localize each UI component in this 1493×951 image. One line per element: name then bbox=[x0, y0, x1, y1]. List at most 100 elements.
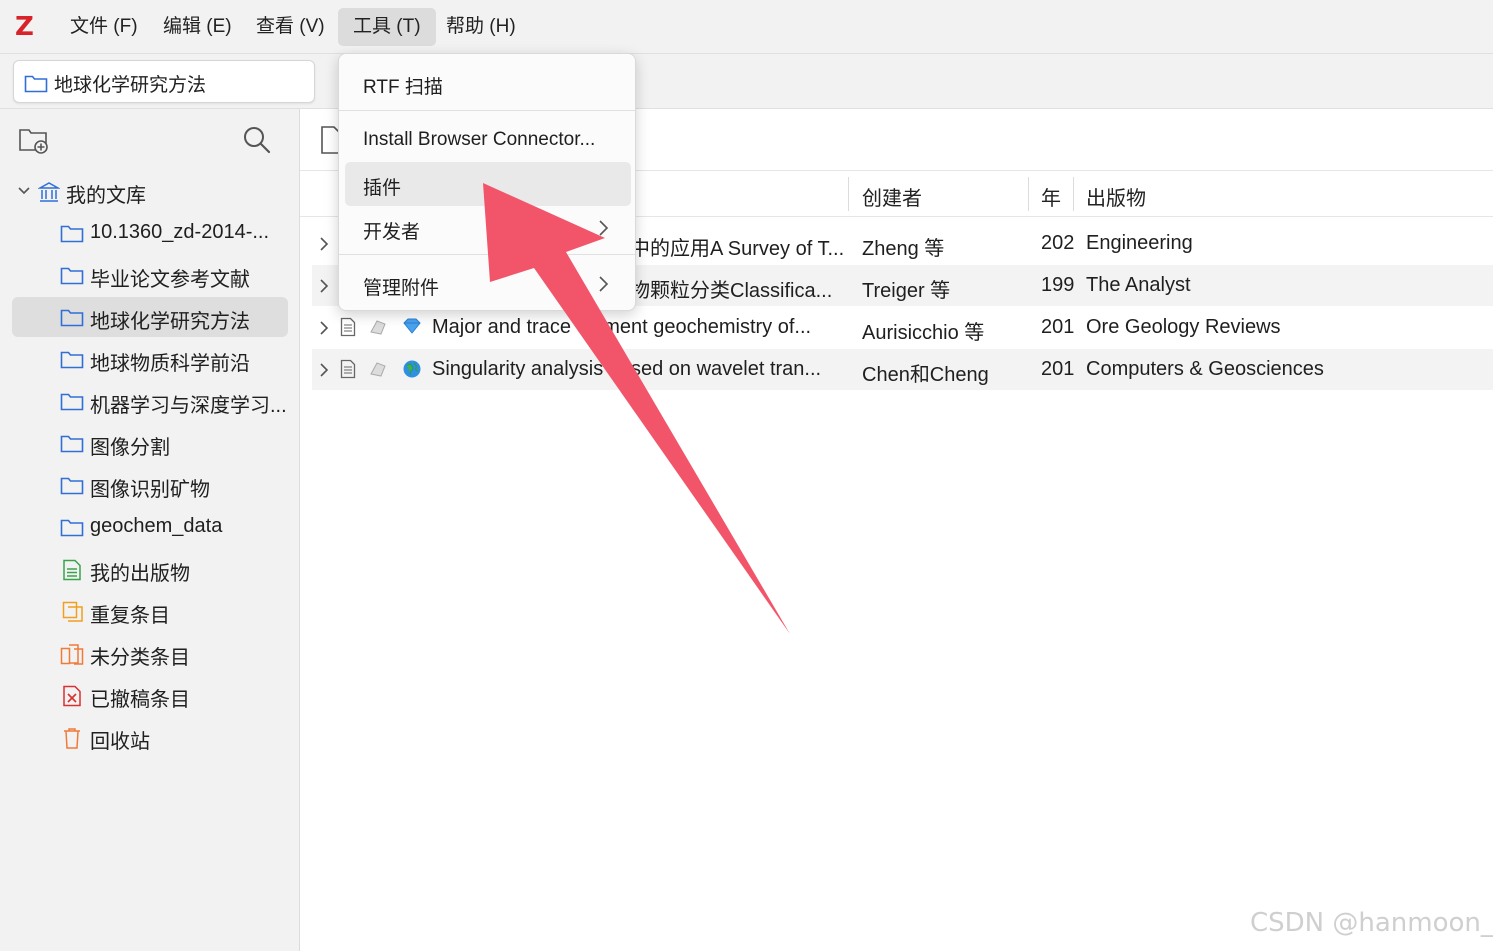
tree-item-collection[interactable]: 10.1360_zd-2014-... bbox=[12, 213, 288, 253]
item-publication: The Analyst bbox=[1086, 274, 1191, 296]
column-divider[interactable] bbox=[1073, 177, 1074, 211]
table-row[interactable]: Singularity analysis based on wavelet tr… bbox=[312, 349, 1493, 390]
tree-item-trash[interactable]: 回收站 bbox=[12, 717, 288, 757]
table-row[interactable]: Major and trace element geochemistry of.… bbox=[312, 307, 1493, 348]
column-year[interactable]: 年 bbox=[1041, 182, 1061, 211]
retracted-icon bbox=[62, 685, 82, 712]
menuitem-plugins[interactable]: 插件 bbox=[345, 162, 631, 206]
folder-icon bbox=[60, 223, 84, 248]
duplicate-icon bbox=[62, 601, 84, 628]
folder-icon bbox=[60, 433, 84, 458]
gem-icon bbox=[402, 317, 422, 340]
library-tab[interactable]: 地球化学研究方法 bbox=[13, 60, 315, 103]
folder-icon bbox=[60, 475, 84, 500]
tree-item-label: 重复条目 bbox=[90, 605, 170, 627]
menuitem-label: Install Browser Connector... bbox=[363, 129, 596, 150]
item-creator: Zheng 等 bbox=[862, 238, 945, 260]
tree-item-label: 我的出版物 bbox=[90, 563, 190, 585]
menu-edit[interactable]: 编辑 (E) bbox=[148, 8, 247, 46]
tree-item-label: 回收站 bbox=[90, 731, 150, 753]
chevron-right-icon[interactable] bbox=[318, 320, 330, 341]
menu-view[interactable]: 查看 (V) bbox=[241, 8, 340, 46]
tree-item-collection-selected[interactable]: 地球化学研究方法 bbox=[12, 297, 288, 337]
search-icon[interactable] bbox=[242, 125, 272, 160]
folder-icon bbox=[60, 307, 84, 332]
column-divider[interactable] bbox=[1028, 177, 1029, 211]
item-year: 202 bbox=[1041, 232, 1075, 254]
tree-item-my-publications[interactable]: 我的出版物 bbox=[12, 549, 288, 589]
tree-item-label: 图像分割 bbox=[90, 437, 170, 459]
item-title: Singularity analysis based on wavelet tr… bbox=[432, 358, 822, 380]
column-publication[interactable]: 出版物 bbox=[1086, 182, 1146, 211]
watermark: CSDN @hanmoon_ bbox=[1250, 908, 1493, 938]
chevron-right-icon[interactable] bbox=[318, 362, 330, 383]
tree-item-label: 已撤稿条目 bbox=[90, 689, 190, 711]
menuitem-label: 管理附件 bbox=[363, 278, 440, 299]
document-icon bbox=[340, 359, 356, 384]
tree-item-label: 我的文库 bbox=[66, 185, 146, 207]
tree-item-label: geochem_data bbox=[90, 515, 223, 537]
folder-icon bbox=[60, 265, 84, 290]
menuitem-label: RTF 扫描 bbox=[363, 77, 443, 98]
item-title: 物颗粒分类Classifica... bbox=[630, 280, 833, 302]
zotero-logo: Z bbox=[15, 12, 34, 42]
item-year: 201 bbox=[1041, 358, 1075, 380]
item-publication: Computers & Geosciences bbox=[1086, 358, 1324, 380]
menu-bar: Z 文件 (F) 编辑 (E) 查看 (V) 工具 (T) 帮助 (H) bbox=[0, 0, 1493, 54]
tree-item-label: 图像识别矿物 bbox=[90, 479, 210, 501]
tree-item-label: 地球化学研究方法 bbox=[90, 311, 250, 333]
tree-item-retracted[interactable]: 已撤稿条目 bbox=[12, 675, 288, 715]
folder-icon bbox=[24, 73, 48, 98]
menu-help[interactable]: 帮助 (H) bbox=[431, 8, 531, 46]
tree-item-collection[interactable]: 地球物质科学前沿 bbox=[12, 339, 288, 379]
tree-item-duplicates[interactable]: 重复条目 bbox=[12, 591, 288, 631]
item-creator: Aurisicchio 等 bbox=[862, 322, 985, 344]
item-year: 201 bbox=[1041, 316, 1075, 338]
trash-icon bbox=[62, 727, 82, 754]
item-publication: Ore Geology Reviews bbox=[1086, 316, 1281, 338]
menu-file[interactable]: 文件 (F) bbox=[55, 8, 153, 46]
tree-item-label: 地球物质科学前沿 bbox=[90, 353, 250, 375]
globe-icon bbox=[402, 359, 422, 384]
item-title: 中的应用A Survey of T... bbox=[630, 238, 845, 260]
menuitem-label: 开发者 bbox=[363, 222, 421, 243]
tree-item-collection[interactable]: 图像分割 bbox=[12, 423, 288, 463]
tree-item-my-library[interactable]: 我的文库 bbox=[12, 171, 288, 211]
folder-icon bbox=[60, 391, 84, 416]
attachment-icon bbox=[368, 359, 388, 384]
menu-tools[interactable]: 工具 (T) bbox=[338, 8, 436, 46]
menuitem-rtf-scan[interactable]: RTF 扫描 bbox=[345, 61, 631, 105]
library-tab-title: 地球化学研究方法 bbox=[54, 75, 207, 96]
column-creator[interactable]: 创建者 bbox=[862, 182, 922, 211]
tree-item-collection[interactable]: geochem_data bbox=[12, 507, 288, 547]
chevron-down-icon[interactable] bbox=[16, 183, 32, 204]
item-year: 199 bbox=[1041, 274, 1075, 296]
item-title: Major and trace element geochemistry of.… bbox=[432, 316, 812, 338]
tree-item-label: 毕业论文参考文献 bbox=[90, 269, 250, 291]
library-icon bbox=[37, 181, 61, 208]
collections-pane: 我的文库 10.1360_zd-2014-... 毕业论文参考文献 地球化学研究… bbox=[0, 109, 300, 951]
tree-item-collection[interactable]: 毕业论文参考文献 bbox=[12, 255, 288, 295]
item-publication: Engineering bbox=[1086, 232, 1193, 254]
menu-separator bbox=[339, 254, 635, 255]
tab-strip: 地球化学研究方法 bbox=[0, 54, 1493, 109]
publications-icon bbox=[62, 559, 82, 586]
menuitem-manage-attachments[interactable]: 管理附件 bbox=[345, 262, 631, 306]
new-collection-icon[interactable] bbox=[18, 125, 50, 160]
unfiled-icon bbox=[60, 643, 84, 670]
folder-icon bbox=[60, 349, 84, 374]
menuitem-developer[interactable]: 开发者 bbox=[345, 206, 631, 250]
chevron-right-icon[interactable] bbox=[318, 278, 330, 299]
item-creator: Treiger 等 bbox=[862, 280, 951, 302]
tree-item-label: 10.1360_zd-2014-... bbox=[90, 221, 270, 243]
menuitem-label: 插件 bbox=[363, 178, 402, 199]
chevron-right-icon bbox=[597, 275, 609, 298]
tree-item-collection[interactable]: 机器学习与深度学习... bbox=[12, 381, 288, 421]
menu-separator bbox=[339, 110, 635, 111]
attachment-icon bbox=[368, 317, 388, 342]
tree-item-collection[interactable]: 图像识别矿物 bbox=[12, 465, 288, 505]
menuitem-install-browser-connector[interactable]: Install Browser Connector... bbox=[345, 118, 631, 162]
column-divider[interactable] bbox=[848, 177, 849, 211]
chevron-right-icon[interactable] bbox=[318, 236, 330, 257]
tree-item-unfiled[interactable]: 未分类条目 bbox=[12, 633, 288, 673]
